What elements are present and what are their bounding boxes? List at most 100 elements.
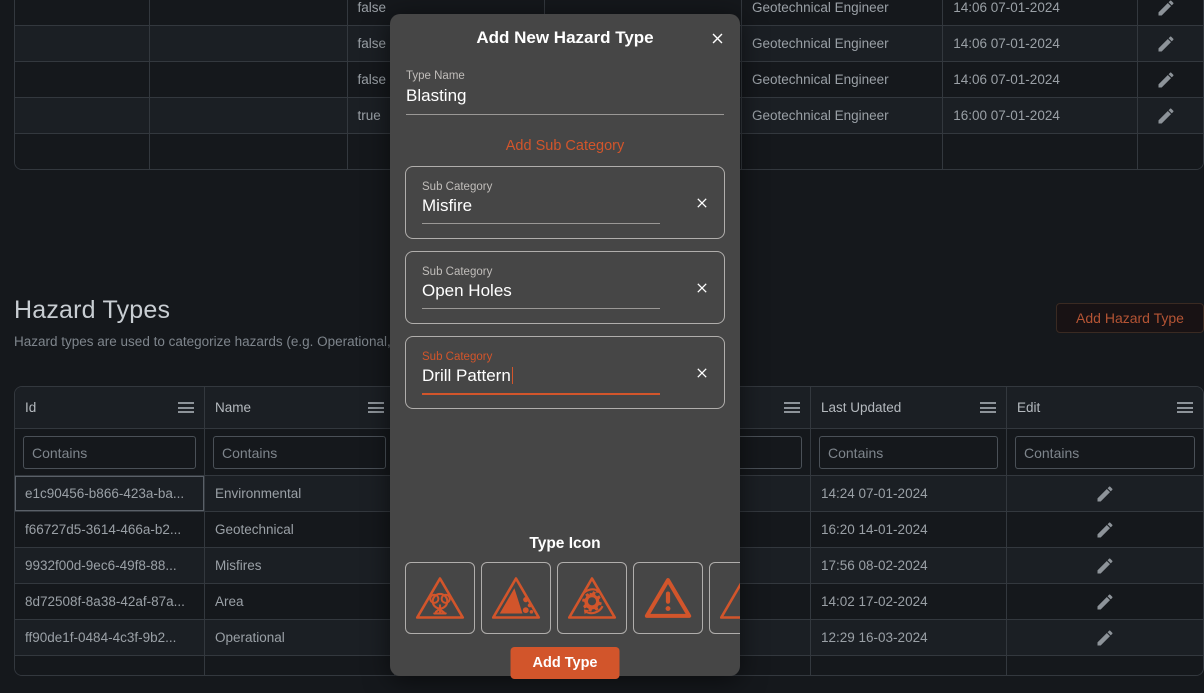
cell-name: Environmental: [205, 476, 395, 511]
filter-input-name[interactable]: [213, 436, 386, 469]
cell-blank: [150, 134, 348, 169]
app-root: true Geotechnical Engineer, Ope... 13:59…: [0, 0, 1204, 693]
menu-icon[interactable]: [980, 402, 996, 413]
cell-edit[interactable]: [1007, 476, 1203, 511]
remove-sub-category-button[interactable]: [680, 195, 724, 211]
pencil-icon[interactable]: [1095, 520, 1115, 540]
close-icon[interactable]: [704, 25, 730, 51]
grid-header-last-updated[interactable]: Last Updated: [811, 387, 1007, 428]
type-name-label: Type Name: [406, 70, 465, 82]
cell-last-updated: 14:06 07-01-2024: [943, 0, 1138, 25]
sub-category-input[interactable]: Misfire: [422, 196, 472, 223]
cell-edit[interactable]: [1007, 620, 1203, 655]
type-icon-selector[interactable]: [405, 562, 740, 634]
cell-last-updated: 14:06 07-01-2024: [943, 62, 1138, 97]
cell-name: Geotechnical: [205, 512, 395, 547]
filter-input-edit[interactable]: [1015, 436, 1195, 469]
pencil-icon[interactable]: [1156, 34, 1176, 54]
menu-icon[interactable]: [178, 402, 194, 413]
sub-category-card[interactable]: Sub Category Open Holes: [405, 251, 725, 324]
cell-last-updated: [943, 134, 1138, 169]
filter-input-last-updated[interactable]: [819, 436, 998, 469]
grid-header-id-label: Id: [25, 400, 37, 415]
type-icon-heading: Type Icon: [529, 535, 601, 552]
menu-icon[interactable]: [784, 402, 800, 413]
pencil-icon[interactable]: [1156, 0, 1176, 18]
add-type-submit-button[interactable]: Add Type: [510, 647, 620, 679]
sub-category-input-text: Drill Pattern: [422, 365, 511, 385]
text-caret: [511, 366, 513, 384]
cell-blank: [150, 26, 348, 61]
pencil-icon[interactable]: [1095, 592, 1115, 612]
grid-header-edit[interactable]: Edit: [1007, 387, 1203, 428]
remove-sub-category-button[interactable]: [680, 365, 724, 381]
cell-id: ff90de1f-0484-4c3f-9b2...: [15, 620, 205, 655]
pencil-icon[interactable]: [1095, 556, 1115, 576]
grid-header-edit-label: Edit: [1017, 400, 1041, 415]
cell-blank: [15, 0, 151, 25]
tree-hazard-triangle-icon[interactable]: [405, 562, 475, 634]
cell-last-updated: 14:06 07-01-2024: [943, 26, 1138, 61]
menu-icon[interactable]: [1177, 402, 1193, 413]
menu-icon[interactable]: [368, 402, 384, 413]
pencil-icon[interactable]: [1095, 628, 1115, 648]
cell-last-updated: 14:24 07-01-2024: [811, 476, 1007, 511]
filter-input-id[interactable]: [23, 436, 196, 469]
sub-category-card[interactable]: Sub Category Drill Pattern: [405, 336, 725, 409]
sub-category-label: Sub Category: [422, 181, 493, 193]
partial-triangle-icon[interactable]: [709, 562, 740, 634]
cell-last-updated: 16:20 14-01-2024: [811, 512, 1007, 547]
pencil-icon[interactable]: [1095, 484, 1115, 504]
cell-last-updated: 17:56 08-02-2024: [811, 548, 1007, 583]
rockfall-hazard-triangle-icon[interactable]: [481, 562, 551, 634]
cell-edit[interactable]: [1007, 548, 1203, 583]
field-underline: [422, 308, 660, 309]
sub-category-field[interactable]: Sub Category Drill Pattern: [406, 351, 680, 395]
add-hazard-type-button[interactable]: Add Hazard Type: [1056, 303, 1204, 333]
machinery-gear-hazard-triangle-icon[interactable]: [557, 562, 627, 634]
sub-category-input[interactable]: Drill Pattern: [422, 366, 513, 393]
cell-blank: [150, 0, 348, 25]
grid-header-id[interactable]: Id: [15, 387, 205, 428]
grid-header-name[interactable]: Name: [205, 387, 395, 428]
field-underline: [422, 223, 660, 224]
remove-sub-category-button[interactable]: [680, 280, 724, 296]
cell-edit[interactable]: [1138, 98, 1203, 133]
filter-cell-id: [15, 429, 205, 475]
grid-header-last-updated-label: Last Updated: [821, 400, 902, 415]
cell-id: 8d72508f-8a38-42af-87a...: [15, 584, 205, 619]
cell-edit[interactable]: [1007, 512, 1203, 547]
cell-name: Area: [205, 584, 395, 619]
cell-edit[interactable]: [1138, 0, 1203, 25]
grid-header-name-label: Name: [215, 400, 252, 415]
type-name-input[interactable]: Blasting: [406, 86, 724, 114]
general-warning-triangle-icon[interactable]: [633, 562, 703, 634]
cell-blank: [150, 62, 348, 97]
cell-edit[interactable]: [1138, 134, 1203, 169]
cell-last-updated: 16:00 07-01-2024: [943, 98, 1138, 133]
page-subtitle: Hazard types are used to categorize haza…: [14, 334, 391, 349]
cell-id: [15, 656, 205, 675]
sub-category-card[interactable]: Sub Category Misfire: [405, 166, 725, 239]
pencil-icon[interactable]: [1156, 106, 1176, 126]
cell-name: Misfires: [205, 548, 395, 583]
cell-last-updated: 14:02 17-02-2024: [811, 584, 1007, 619]
filter-cell-last-updated: [811, 429, 1007, 475]
sub-category-input[interactable]: Open Holes: [422, 281, 512, 308]
cell-blank: [15, 62, 151, 97]
cell-role: Geotechnical Engineer: [742, 26, 944, 61]
type-name-field[interactable]: Type Name Blasting: [406, 70, 724, 115]
pencil-icon[interactable]: [1156, 70, 1176, 90]
cell-edit[interactable]: [1138, 62, 1203, 97]
cell-last-updated: [811, 656, 1007, 675]
sub-category-field[interactable]: Sub Category Misfire: [406, 181, 680, 224]
cell-blank: [150, 98, 348, 133]
cell-id: e1c90456-b866-423a-ba...: [15, 476, 205, 511]
cell-edit[interactable]: [1007, 584, 1203, 619]
cell-id: f66727d5-3614-466a-b2...: [15, 512, 205, 547]
dialog-title: Add New Hazard Type: [476, 28, 654, 47]
add-sub-category-button[interactable]: Add Sub Category: [390, 138, 740, 154]
cell-edit[interactable]: [1138, 26, 1203, 61]
field-underline: [406, 114, 724, 115]
sub-category-field[interactable]: Sub Category Open Holes: [406, 266, 680, 309]
